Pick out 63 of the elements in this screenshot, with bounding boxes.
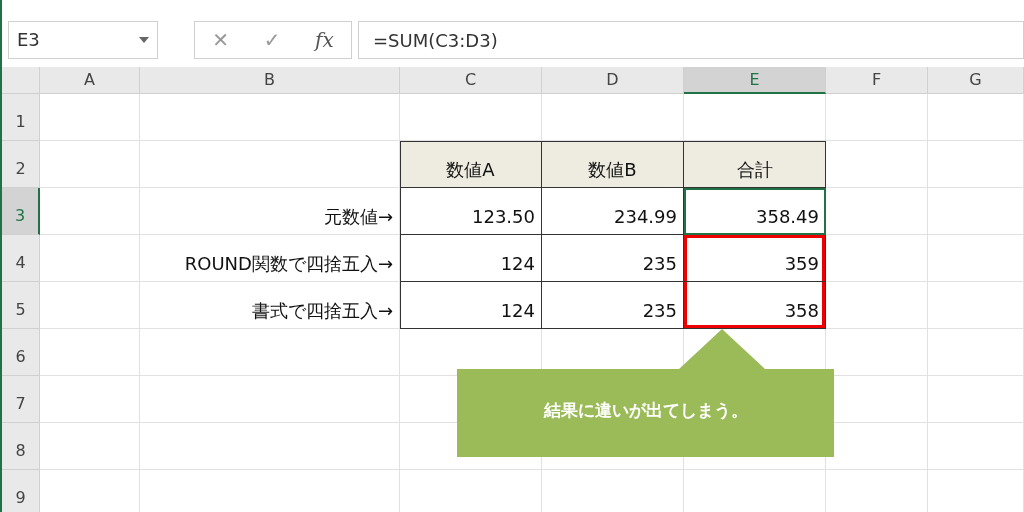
- table-cell[interactable]: [928, 282, 1024, 329]
- table-cell[interactable]: [928, 141, 1024, 188]
- row-header[interactable]: 7: [2, 376, 40, 423]
- table-cell[interactable]: [140, 94, 400, 141]
- table-cell[interactable]: 359: [684, 235, 826, 282]
- table-cell[interactable]: [826, 235, 928, 282]
- name-box[interactable]: E3: [8, 20, 158, 59]
- column-header[interactable]: G: [928, 67, 1024, 94]
- table-cell[interactable]: [40, 188, 140, 235]
- table-cell[interactable]: 358: [684, 282, 826, 329]
- row-header[interactable]: 3: [2, 188, 40, 235]
- insert-function-button[interactable]: fx: [303, 24, 346, 55]
- row-label: 書式で四捨五入→: [140, 282, 400, 329]
- table-cell[interactable]: 124: [400, 282, 542, 329]
- select-all-corner[interactable]: [2, 67, 40, 94]
- column-header[interactable]: A: [40, 67, 140, 94]
- row-header[interactable]: 4: [2, 235, 40, 282]
- dropdown-caret-icon[interactable]: [139, 36, 149, 43]
- column-heading-cell: 数値A: [400, 141, 542, 188]
- table-cell[interactable]: [928, 235, 1024, 282]
- formula-field[interactable]: =SUM(C3:D3): [358, 20, 1024, 59]
- table-cell[interactable]: [140, 329, 400, 376]
- row-label: 元数値→: [140, 188, 400, 235]
- callout-text: 結果に違いが出てしまう。: [542, 399, 749, 422]
- column-header[interactable]: C: [400, 67, 542, 94]
- column-header[interactable]: B: [140, 67, 400, 94]
- table-cell[interactable]: [826, 282, 928, 329]
- name-box-value: E3: [17, 28, 40, 52]
- column-header[interactable]: D: [542, 67, 684, 94]
- table-cell[interactable]: [140, 376, 400, 423]
- table-cell[interactable]: 234.99: [542, 188, 684, 235]
- row-header[interactable]: 5: [2, 282, 40, 329]
- column-header[interactable]: E: [684, 67, 826, 94]
- row-header[interactable]: 1: [2, 94, 40, 141]
- table-cell[interactable]: [928, 376, 1024, 423]
- table-cell[interactable]: [928, 423, 1024, 470]
- table-cell[interactable]: [40, 376, 140, 423]
- table-cell[interactable]: [928, 329, 1024, 376]
- table-cell[interactable]: [40, 141, 140, 188]
- table-cell[interactable]: [40, 282, 140, 329]
- column-header[interactable]: F: [826, 67, 928, 94]
- table-cell[interactable]: [928, 188, 1024, 235]
- row-label: ROUND関数で四捨五入→: [140, 235, 400, 282]
- column-heading-cell: 数値B: [542, 141, 684, 188]
- table-cell[interactable]: 235: [542, 235, 684, 282]
- table-cell[interactable]: [826, 141, 928, 188]
- column-heading-cell: 合計: [684, 141, 826, 188]
- row-header[interactable]: 9: [2, 470, 40, 512]
- row-header[interactable]: 6: [2, 329, 40, 376]
- row-header[interactable]: 8: [2, 423, 40, 470]
- table-cell[interactable]: [826, 188, 928, 235]
- table-cell[interactable]: [140, 423, 400, 470]
- table-cell[interactable]: [826, 94, 928, 141]
- table-cell[interactable]: 123.50: [400, 188, 542, 235]
- table-cell[interactable]: [40, 423, 140, 470]
- table-cell[interactable]: [40, 329, 140, 376]
- table-cell[interactable]: [40, 235, 140, 282]
- table-cell[interactable]: 358.49: [684, 188, 826, 235]
- table-cell[interactable]: 124: [400, 235, 542, 282]
- row-header[interactable]: 2: [2, 141, 40, 188]
- table-cell[interactable]: 235: [542, 282, 684, 329]
- table-cell[interactable]: [928, 94, 1024, 141]
- table-cell[interactable]: [40, 94, 140, 141]
